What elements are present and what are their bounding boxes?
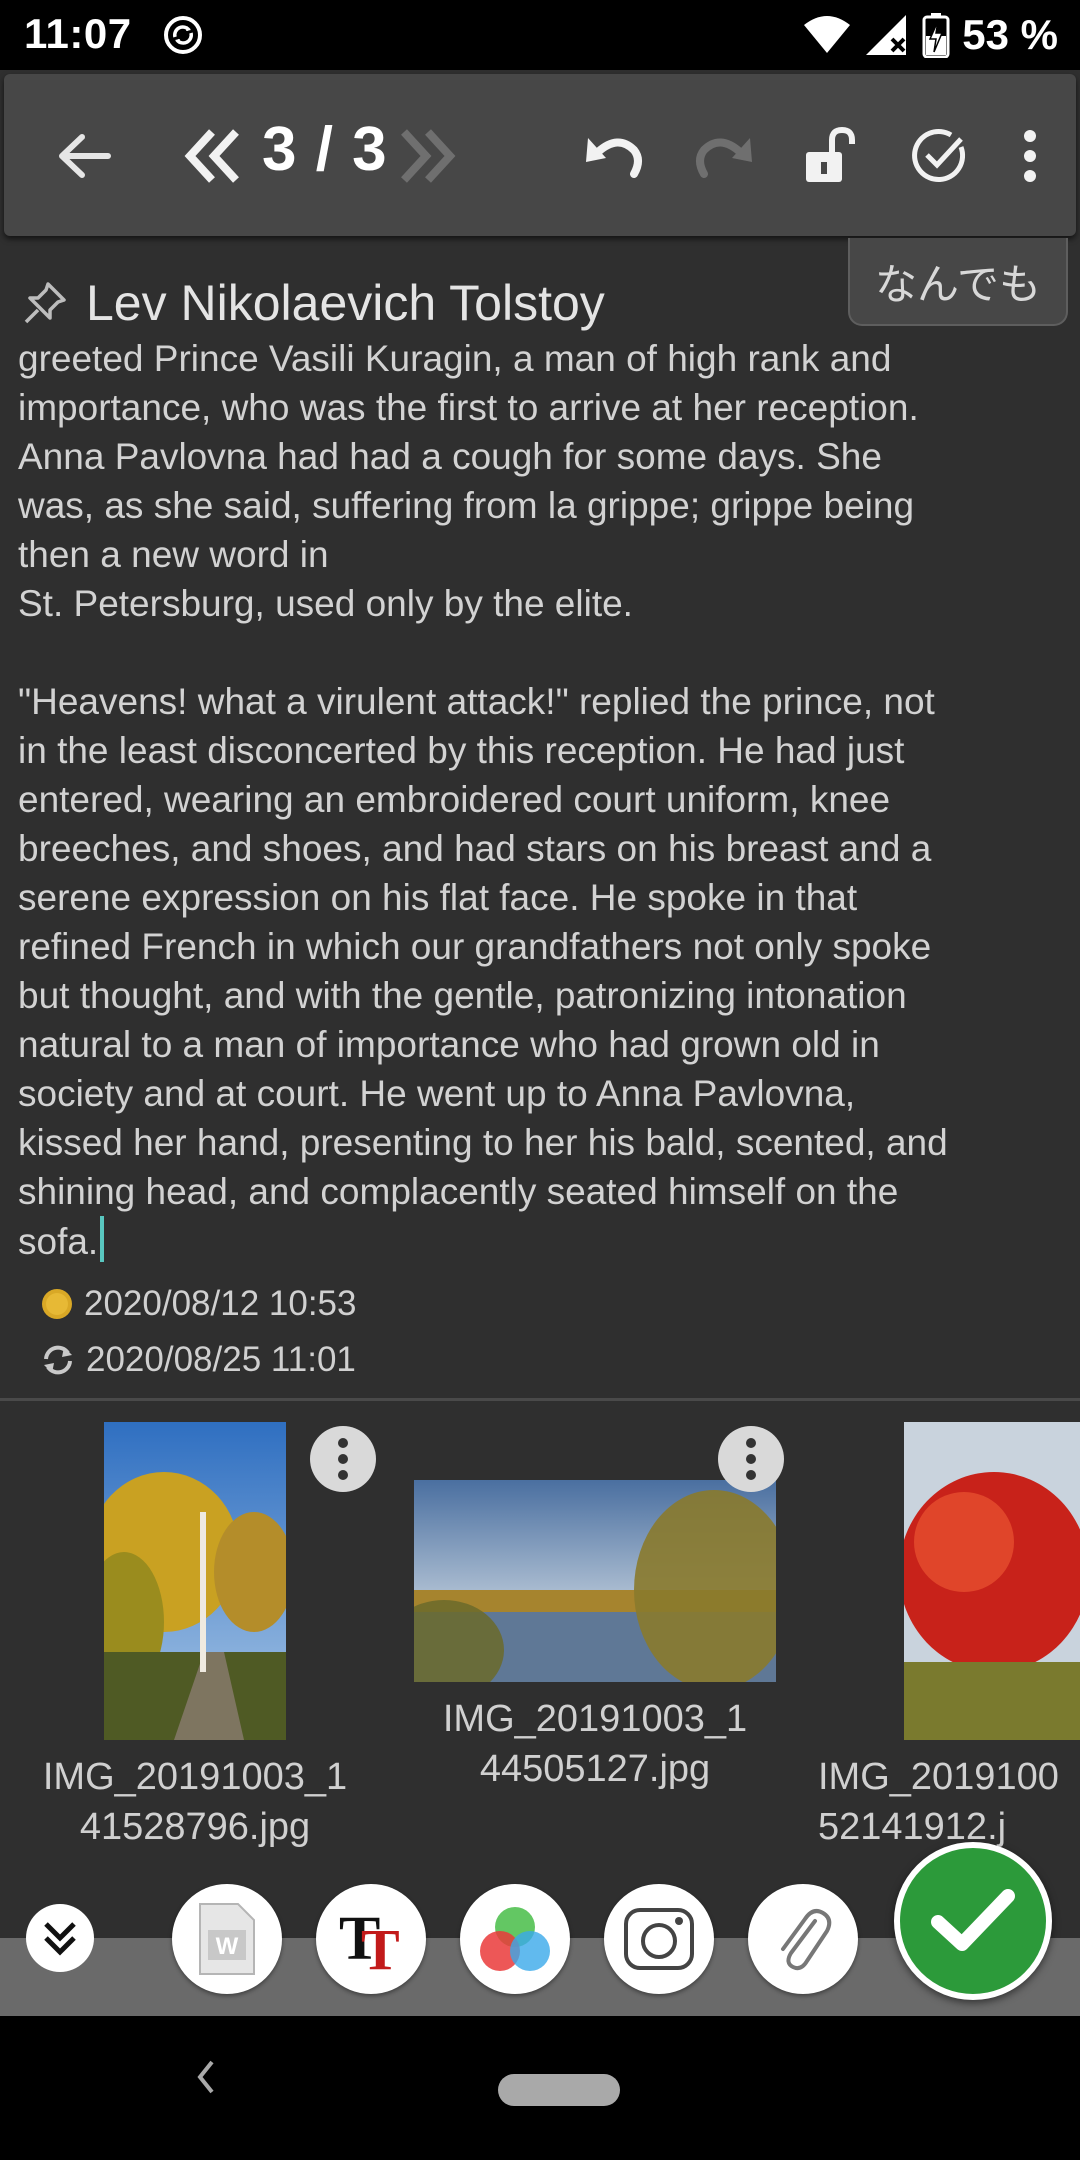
svg-text:W: W: [216, 1933, 239, 1960]
refresh-icon: [44, 1345, 72, 1375]
divider: [0, 1398, 1080, 1401]
attachment-2-filename: IMG_20191003_1 44505127.jpg: [442, 1698, 748, 1790]
word-document-icon[interactable]: W: [172, 1884, 282, 1994]
status-icons: 53 %: [802, 8, 1058, 62]
next-page-icon[interactable]: [388, 116, 468, 196]
status-bar: 11:07 53 %: [0, 0, 1080, 70]
paperclip-icon[interactable]: [748, 1884, 858, 1994]
confirm-check-icon[interactable]: [894, 1842, 1052, 2000]
wifi-icon: [804, 16, 851, 53]
updated-date-row: 2020/08/25 11:01: [40, 1340, 356, 1380]
undo-icon[interactable]: [574, 116, 654, 196]
back-arrow-icon[interactable]: [44, 116, 124, 196]
keyword-tab[interactable]: なんでも: [848, 238, 1068, 326]
check-circle-icon[interactable]: [900, 116, 980, 196]
previous-page-icon[interactable]: [172, 116, 252, 196]
note-body-text[interactable]: greeted Prince Vasili Kuragin, a man of …: [18, 338, 948, 1262]
attachment-thumbnail-1[interactable]: [104, 1422, 286, 1740]
unlock-icon[interactable]: [790, 116, 870, 196]
svg-text:T: T: [361, 1917, 400, 1977]
text-cursor: [100, 1216, 105, 1262]
battery-percent: 53 %: [962, 11, 1058, 58]
note-title-row: Lev Nikolaevich Tolstoy: [22, 268, 605, 338]
nav-home-pill[interactable]: [498, 2074, 620, 2106]
signal-icon: [866, 15, 907, 55]
redo-icon[interactable]: [684, 116, 764, 196]
note-body[interactable]: greeted Prince Vasili Kuragin, a man of …: [18, 334, 1068, 1266]
attachment-1-more-button[interactable]: [310, 1426, 376, 1492]
nav-back-icon[interactable]: [190, 2054, 220, 2100]
created-date: 2020/08/12 10:53: [84, 1284, 357, 1323]
attachment-2-more-button[interactable]: [718, 1426, 784, 1492]
sync-circle-icon: [164, 16, 202, 54]
battery-charging-icon: [922, 13, 950, 58]
created-date-row: 2020/08/12 10:53: [40, 1284, 356, 1324]
editor-toolbar: 3 / 3: [4, 74, 1076, 236]
page-counter: 3 / 3: [262, 115, 388, 184]
note-title: Lev Nikolaevich Tolstoy: [86, 275, 605, 331]
color-circles-icon[interactable]: [460, 1884, 570, 1994]
text-format-icon[interactable]: TT: [316, 1884, 426, 1994]
status-time: 11:07: [24, 10, 132, 57]
collapse-icon[interactable]: [26, 1904, 94, 1972]
attachment-thumbnail-3[interactable]: [904, 1422, 1080, 1740]
updated-date: 2020/08/25 11:01: [86, 1340, 356, 1379]
sun-icon: [42, 1289, 72, 1319]
overflow-menu-icon[interactable]: [990, 116, 1070, 196]
attachment-1-filename: IMG_20191003_1 41528796.jpg: [42, 1756, 348, 1848]
system-navigation-bar: [0, 2016, 1080, 2160]
pin-icon[interactable]: [22, 280, 68, 326]
attachment-3-filename: IMG_2019100 52141912.j: [818, 1756, 1059, 1848]
attachment-thumbnail-2[interactable]: [414, 1480, 776, 1682]
camera-icon[interactable]: [604, 1884, 714, 1994]
